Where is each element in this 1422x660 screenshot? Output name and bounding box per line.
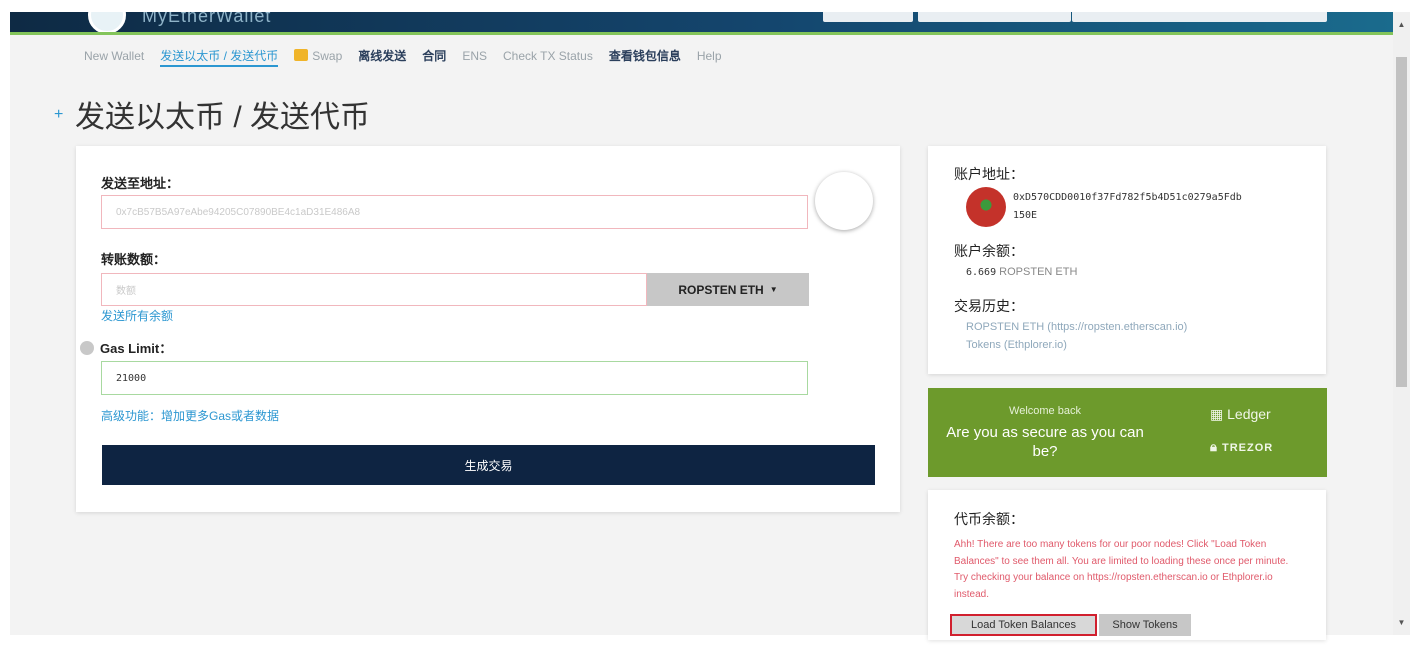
nav-item-send[interactable]: 发送以太币 / 发送代币 (160, 47, 279, 67)
plus-icon: + (54, 106, 64, 123)
gas-limit-input[interactable]: 21000 (101, 361, 808, 395)
lock-icon: 🔒︎ (1210, 439, 1218, 454)
history-link-etherscan[interactable]: ROPSTEN ETH (https://ropsten.etherscan.i… (966, 321, 1187, 333)
promo-welcome-text: Welcome back (1009, 405, 1081, 417)
nav-item-ens[interactable]: ENS (462, 47, 487, 67)
info-icon[interactable] (80, 341, 94, 355)
amount-input[interactable]: 数额 (101, 273, 647, 306)
account-address-line1: 0xD570CDD0010f37Fd782f5b4D51c0279a5Fdb (1013, 192, 1242, 203)
token-balances-label: 代币余额： (954, 511, 1024, 527)
header-accent-line (10, 32, 1393, 35)
send-all-link[interactable]: 发送所有余额 (101, 307, 173, 324)
account-balance-label: 账户余额： (954, 243, 1024, 259)
hardware-wallet-promo[interactable]: Welcome back Are you as secure as you ca… (928, 388, 1327, 477)
nav-item-view-wallet[interactable]: 查看钱包信息 (609, 47, 681, 67)
balance-amount: 6.669 (966, 267, 997, 278)
gas-limit-label: Gas Limit： (100, 341, 173, 356)
swap-icon (294, 49, 309, 61)
header-dropdown-2[interactable] (918, 12, 1071, 22)
generate-transaction-button[interactable]: 生成交易 (102, 445, 875, 485)
load-token-balances-button[interactable]: Load Token Balances (950, 614, 1097, 636)
nav-item-offline[interactable]: 离线发送 (358, 47, 406, 67)
address-identicon (815, 172, 873, 230)
to-address-input[interactable]: 0x7cB57B5A97eAbe94205C07890BE4c1aD31E486… (101, 195, 808, 229)
history-link-ethplorer[interactable]: Tokens (Ethplorer.io) (966, 339, 1067, 351)
trezor-logo: 🔒︎ TREZOR (1210, 439, 1273, 455)
nav-item-help[interactable]: Help (697, 47, 722, 67)
nav-item-new-wallet[interactable]: New Wallet (84, 47, 144, 67)
trezor-label: TREZOR (1221, 442, 1274, 454)
scroll-up-icon[interactable]: ▲ (1393, 20, 1410, 29)
ledger-icon: ▦ (1210, 406, 1224, 422)
account-balance: 6.669 ROPSTEN ETH (966, 266, 1077, 278)
promo-headline: Are you as secure as you can be? (946, 424, 1144, 460)
tx-history-label: 交易历史： (954, 298, 1024, 314)
nav-item-swap[interactable]: Swap (294, 47, 342, 67)
token-warning-text: Ahh! There are too many tokens for our p… (954, 539, 1289, 600)
unit-dropdown-label: ROPSTEN ETH (678, 282, 764, 297)
header-dropdown-3[interactable] (1072, 12, 1327, 22)
ledger-logo: ▦ Ledger (1210, 406, 1271, 423)
main-nav: New Wallet 发送以太币 / 发送代币 Swap 离线发送 合同 ENS… (84, 47, 722, 67)
to-address-label: 发送至地址： (101, 176, 180, 191)
nav-item-swap-label: Swap (312, 49, 343, 63)
app-title: MyEtherWallet (142, 12, 272, 26)
unit-dropdown[interactable]: ROPSTEN ETH ▼ (647, 273, 809, 306)
scroll-thumb[interactable] (1396, 57, 1407, 387)
account-address-line2: 150E (1013, 210, 1038, 221)
amount-label: 转账数额： (101, 252, 167, 267)
account-address-label: 账户地址： (954, 166, 1024, 182)
ledger-label: Ledger (1227, 406, 1271, 422)
page-scrollbar[interactable]: ▲ ▼ (1393, 12, 1410, 635)
scroll-down-icon[interactable]: ▼ (1393, 618, 1410, 627)
nav-item-check-tx[interactable]: Check TX Status (503, 47, 593, 67)
app-header: MyEtherWallet (10, 12, 1393, 34)
caret-down-icon: ▼ (769, 285, 778, 294)
show-tokens-button[interactable]: Show Tokens (1099, 614, 1191, 636)
header-dropdown-1[interactable] (823, 12, 913, 22)
page-title: 发送以太币 / 发送代币 (75, 101, 371, 134)
account-avatar (966, 187, 1006, 227)
logo-icon (88, 12, 126, 34)
nav-item-contracts[interactable]: 合同 (422, 47, 446, 67)
advanced-link[interactable]: 高级功能：增加更多Gas或者数据 (101, 407, 279, 424)
balance-unit: ROPSTEN ETH (999, 266, 1078, 278)
